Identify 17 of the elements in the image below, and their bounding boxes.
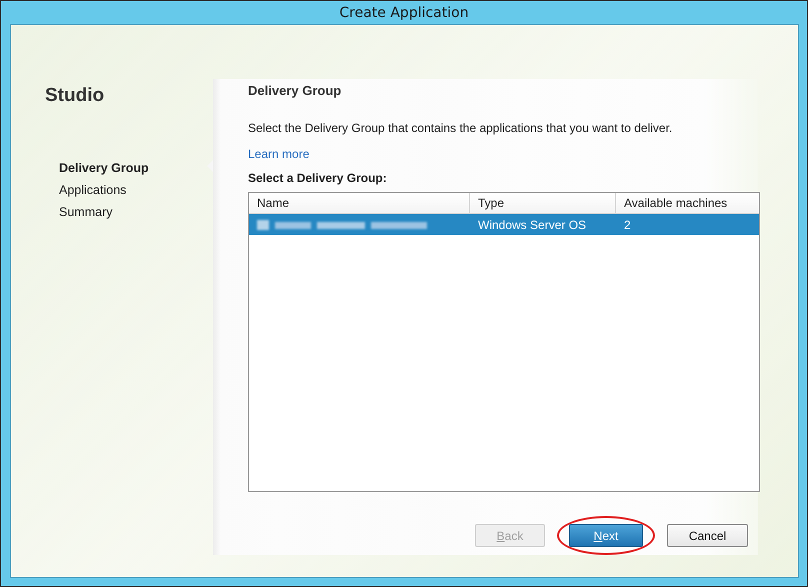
step-item[interactable]: Delivery Group	[59, 161, 149, 175]
table-cell-text: Windows Server OS	[477, 218, 588, 232]
window-title: Create Application	[339, 4, 469, 20]
column-header[interactable]: Type	[470, 193, 616, 213]
step-item[interactable]: Applications	[59, 183, 126, 197]
table-row[interactable]: Windows Server OS 2	[249, 214, 759, 235]
step-item[interactable]: Summary	[59, 205, 112, 219]
page-title: Delivery Group	[248, 83, 342, 98]
column-header[interactable]: Name	[249, 193, 470, 213]
learn-more-link[interactable]: Learn more	[248, 147, 310, 161]
wizard-button[interactable]: Cancel	[667, 524, 748, 547]
table-label: Select a Delivery Group:	[248, 171, 388, 185]
table-cell-text: 2	[623, 218, 632, 232]
sidebar-title: Studio	[45, 85, 106, 107]
wizard-button[interactable]: Next	[569, 524, 643, 547]
column-header[interactable]: Available machines	[616, 193, 759, 213]
description-text: Select the Delivery Group that contains the applications that you want to deliver.	[248, 121, 674, 135]
